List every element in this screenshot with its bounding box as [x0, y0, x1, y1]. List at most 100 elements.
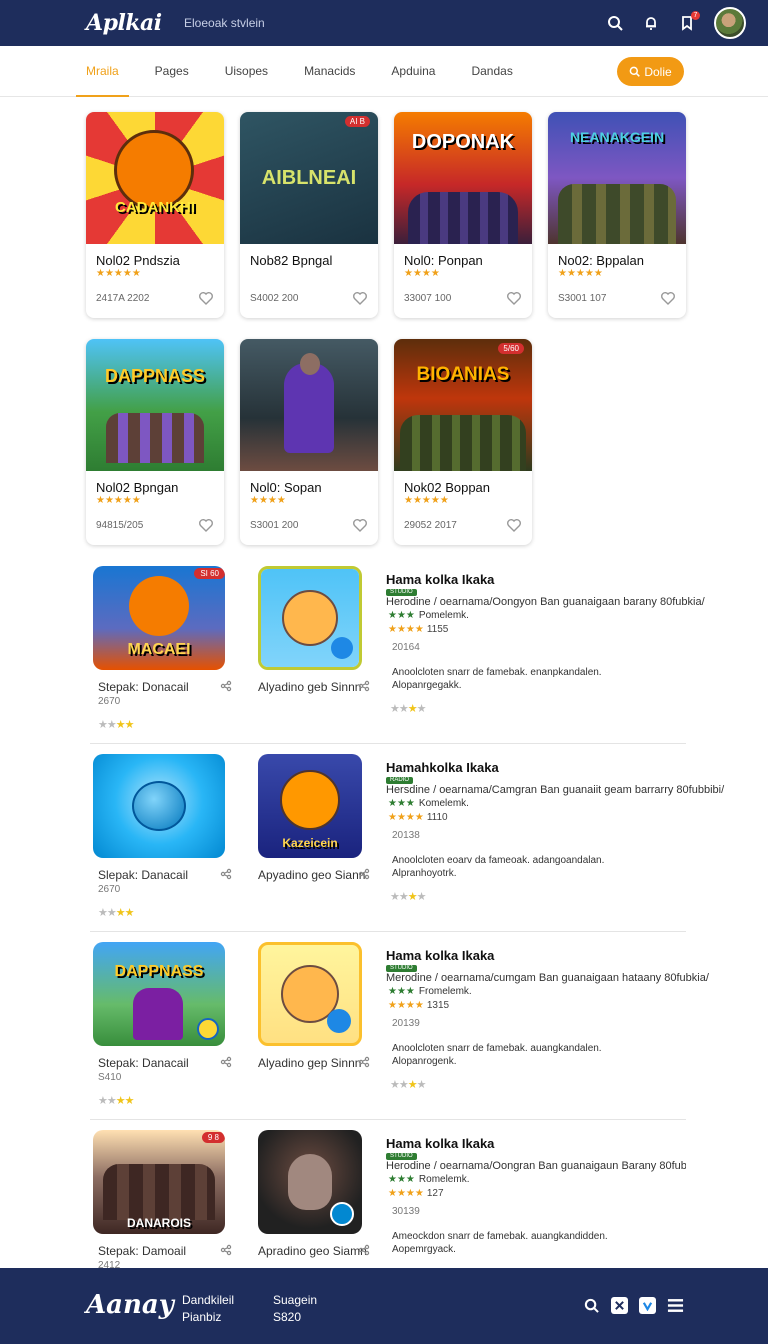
game-card[interactable]: DAPPNASS Nol02 Bpngan ★★★★★ 94815/205	[86, 339, 224, 545]
list-item[interactable]: MACAEI SI 60 Stepak: Donacail Alyadino g…	[90, 562, 705, 744]
rating-label: Pomelemk.	[418, 610, 469, 621]
tab-apduina[interactable]: Apduina	[391, 46, 435, 97]
top-bar: Aplkai Eloeoak stvlein 7	[0, 0, 768, 46]
list-name-primary: Slepak: Danacail	[98, 868, 189, 882]
tab-mraila[interactable]: Mraila	[76, 46, 129, 97]
detail-text: Alpranhoyotrk.	[392, 868, 457, 879]
footer-column: Dandkileil Pianbiz	[182, 1292, 234, 1326]
game-title: Nol0: Ponpan	[404, 253, 483, 268]
detail-text: Aopemrgyack.	[392, 1244, 456, 1255]
share-icon[interactable]	[358, 680, 370, 692]
detail-title[interactable]: Hama kolka Ikaka	[386, 948, 494, 963]
detail-text: Alopanrogenk.	[392, 1056, 457, 1067]
star-rating: ★★★★	[390, 703, 426, 715]
footer-logo[interactable]: Aanay	[86, 1290, 174, 1320]
game-card[interactable]: Nol0: Sopan ★★★★ S3001 200	[240, 339, 378, 545]
share-icon[interactable]	[220, 1244, 232, 1256]
game-card[interactable]: AIBLNEAI AI B Nob82 Bpngal S4002 200	[240, 112, 378, 318]
rating-label: Fromelemk.	[418, 986, 472, 997]
star-rating: ★★★★★	[96, 495, 141, 506]
tab-manacids[interactable]: Manacids	[304, 46, 355, 97]
share-icon[interactable]	[220, 680, 232, 692]
rating-label: Komelemk.	[418, 798, 469, 809]
bell-icon[interactable]	[642, 14, 660, 32]
green-rating: ★★★ Romelemk.	[388, 1174, 470, 1185]
menu-icon[interactable]	[667, 1297, 684, 1314]
list-art-title: DAPPNASS	[114, 963, 204, 981]
check-icon[interactable]	[639, 1297, 656, 1314]
list-thumbnail[interactable]: DANAROIS 9 8	[93, 1130, 225, 1234]
list-count: 2412	[98, 1260, 121, 1268]
heart-icon[interactable]	[352, 290, 368, 306]
notification-badge: 7	[691, 11, 700, 20]
list-name-secondary: Apradino geo Siamn	[258, 1244, 367, 1258]
game-thumbnail[interactable]: BIOANIAS	[394, 339, 532, 471]
heart-icon[interactable]	[506, 290, 522, 306]
app-logo[interactable]: Aplkai	[86, 10, 184, 36]
game-meta: S3001 107	[558, 293, 607, 304]
list-item[interactable]: DAPPNASS Stepak: Danacail Alyadino gep S…	[90, 938, 709, 1120]
list-thumbnail[interactable]	[258, 566, 362, 670]
x-icon[interactable]	[611, 1297, 628, 1314]
game-card[interactable]: CADANKHI Nol02 Pndszia ★★★★★ 2417A 2202	[86, 112, 224, 318]
detail-title[interactable]: Hamahkolka Ikaka	[386, 760, 499, 775]
list-thumbnail[interactable]	[258, 942, 362, 1046]
list-thumbnail[interactable]: Kazeicein	[258, 754, 362, 858]
game-card[interactable]: NEANAKGEIN No02: Bppalan ★★★★★ S3001 107	[548, 112, 686, 318]
heart-icon[interactable]	[198, 290, 214, 306]
heart-icon[interactable]	[352, 517, 368, 533]
avatar[interactable]	[714, 7, 746, 39]
yellow-rating: ★★★★ 1315	[388, 1000, 450, 1011]
footer-link[interactable]: S820	[273, 1309, 317, 1326]
game-thumbnail[interactable]: NEANAKGEIN	[548, 112, 686, 244]
list-thumbnail[interactable]: MACAEI SI 60	[93, 566, 225, 670]
game-thumbnail[interactable]: DOPONAK	[394, 112, 532, 244]
star-rating: ★★★★	[250, 495, 286, 506]
review-count: 1110	[426, 812, 448, 823]
list-item[interactable]: Kazeicein Slepak: Danacail Apyadino geo …	[90, 750, 724, 932]
footer-link[interactable]: Pianbiz	[182, 1309, 234, 1326]
footer-link[interactable]: Dandkileil	[182, 1292, 234, 1309]
heart-icon[interactable]	[506, 517, 522, 533]
search-button[interactable]: Dolie	[617, 57, 684, 86]
game-thumbnail[interactable]	[240, 339, 378, 471]
game-thumbnail[interactable]: CADANKHI	[86, 112, 224, 244]
detail-number: 20139	[392, 1018, 420, 1029]
heart-icon[interactable]	[660, 290, 676, 306]
tab-uisopes[interactable]: Uisopes	[225, 46, 268, 97]
game-card[interactable]: DOPONAK Nol0: Ponpan ★★★★ 33007 100	[394, 112, 532, 318]
heart-icon[interactable]	[198, 517, 214, 533]
star-rating: ★★★★	[390, 891, 426, 903]
star-rating: ★★★★★	[404, 495, 449, 506]
detail-title[interactable]: Hama kolka Ikaka	[386, 572, 494, 587]
list-item[interactable]: DANAROIS 9 8 Stepak: Damoail Apradino ge…	[90, 1126, 686, 1268]
footer: Aanay Dandkileil Pianbiz Suagein S820	[0, 1268, 768, 1344]
search-icon[interactable]	[583, 1297, 600, 1314]
detail-text: Ameockdon snarr de famebak. auangkandidd…	[392, 1231, 608, 1242]
detail-title[interactable]: Hama kolka Ikaka	[386, 1136, 494, 1151]
game-thumbnail[interactable]: DAPPNASS	[86, 339, 224, 471]
share-icon[interactable]	[358, 868, 370, 880]
tab-dandas[interactable]: Dandas	[471, 46, 512, 97]
share-icon[interactable]	[220, 1056, 232, 1068]
detail-text: Anoolcloten snarr de famebak. enanpkanda…	[392, 667, 602, 678]
star-rating: ★★★★	[98, 719, 134, 731]
list-thumbnail[interactable]	[93, 754, 225, 858]
list-art-title: Kazeicein	[282, 835, 338, 850]
share-icon[interactable]	[358, 1244, 370, 1256]
list-name-secondary: Alyadino gep Sinnn	[258, 1056, 362, 1070]
game-meta: S4002 200	[250, 293, 299, 304]
list-thumbnail[interactable]: DAPPNASS	[93, 942, 225, 1046]
game-title: Nol02 Bpngan	[96, 480, 179, 495]
share-icon[interactable]	[220, 868, 232, 880]
game-thumbnail[interactable]: AIBLNEAI	[240, 112, 378, 244]
bookmark-icon[interactable]: 7	[678, 11, 700, 32]
search-icon[interactable]	[606, 14, 624, 32]
detail-number: 20164	[392, 642, 420, 653]
yellow-rating: ★★★★ 127	[388, 1188, 444, 1199]
share-icon[interactable]	[358, 1056, 370, 1068]
list-thumbnail[interactable]	[258, 1130, 362, 1234]
footer-link[interactable]: Suagein	[273, 1292, 317, 1309]
game-card[interactable]: BIOANIAS 5/60 Nok02 Boppan ★★★★★ 29052 2…	[394, 339, 532, 545]
tab-pages[interactable]: Pages	[155, 46, 189, 97]
